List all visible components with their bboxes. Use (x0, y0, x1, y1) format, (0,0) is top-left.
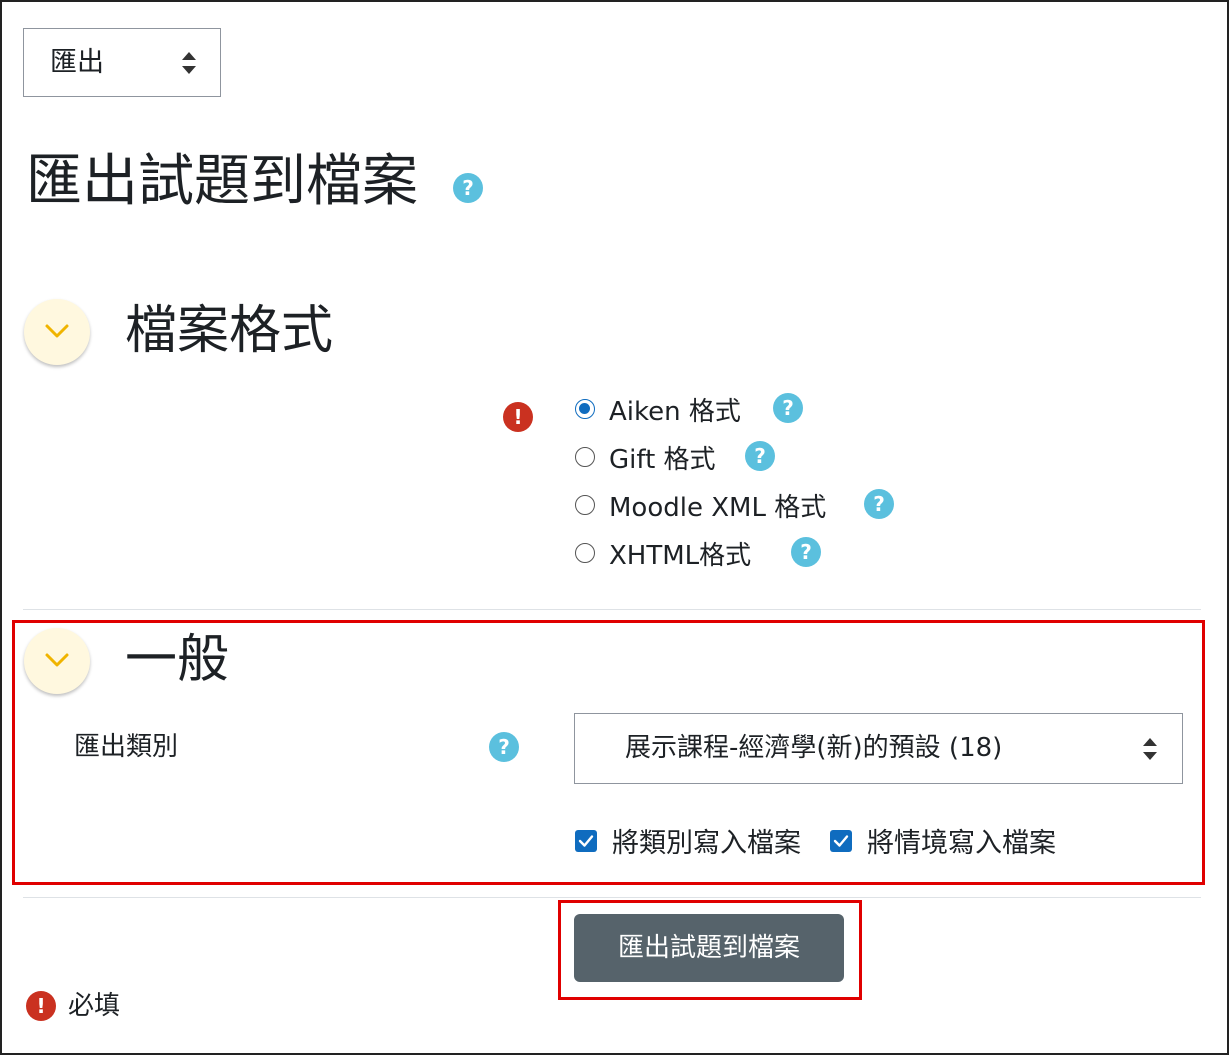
export-submit-button[interactable]: 匯出試題到檔案 (574, 914, 844, 982)
aiken-help-icon[interactable]: ? (773, 393, 803, 423)
chevron-down-icon (45, 653, 69, 667)
general-collapse-button[interactable] (24, 628, 90, 694)
title-help-icon[interactable]: ? (453, 173, 483, 203)
page-frame: 匯出 匯出試題到檔案 ? 檔案格式 ! Aiken 格式 ? Gift 格式 ?… (0, 0, 1229, 1055)
updown-arrows-icon (1143, 737, 1157, 761)
general-section-title: 一般 (125, 630, 230, 690)
export-category-select[interactable]: 展示課程-經濟學(新)的預設 (18) (574, 713, 1183, 784)
write-category-checkbox[interactable] (575, 830, 597, 852)
export-category-value: 展示課程-經濟學(新)的預設 (18) (625, 733, 1003, 763)
category-help-icon[interactable]: ? (489, 732, 519, 762)
radio-aiken-label[interactable]: Aiken 格式 (609, 395, 741, 429)
gift-help-icon[interactable]: ? (745, 441, 775, 471)
required-icon: ! (503, 402, 533, 432)
radio-gift[interactable] (575, 447, 595, 467)
write-category-label[interactable]: 將類別寫入檔案 (612, 827, 801, 861)
radio-aiken[interactable] (575, 399, 595, 419)
required-icon: ! (26, 991, 56, 1021)
updown-arrows-icon (182, 51, 196, 75)
radio-xhtml[interactable] (575, 543, 595, 563)
chevron-down-icon (45, 324, 69, 338)
write-context-label[interactable]: 將情境寫入檔案 (867, 827, 1056, 861)
action-select[interactable]: 匯出 (23, 28, 221, 97)
radio-moodle-xml-label[interactable]: Moodle XML 格式 (609, 491, 826, 525)
radio-gift-label[interactable]: Gift 格式 (609, 443, 716, 477)
format-collapse-button[interactable] (24, 299, 90, 365)
xhtml-help-icon[interactable]: ? (791, 537, 821, 567)
format-section-title: 檔案格式 (125, 301, 334, 361)
radio-xhtml-label[interactable]: XHTML格式 (609, 539, 751, 573)
page-title: 匯出試題到檔案 (26, 149, 418, 214)
section-divider (23, 897, 1201, 898)
action-select-value: 匯出 (50, 47, 104, 78)
radio-moodle-xml[interactable] (575, 495, 595, 515)
moodle-xml-help-icon[interactable]: ? (864, 489, 894, 519)
checkmark-icon (833, 835, 849, 847)
required-note-text: 必填 (68, 991, 121, 1021)
export-category-label: 匯出類別 (74, 732, 179, 762)
section-divider (23, 609, 1201, 610)
checkmark-icon (578, 835, 594, 847)
write-context-checkbox[interactable] (830, 830, 852, 852)
